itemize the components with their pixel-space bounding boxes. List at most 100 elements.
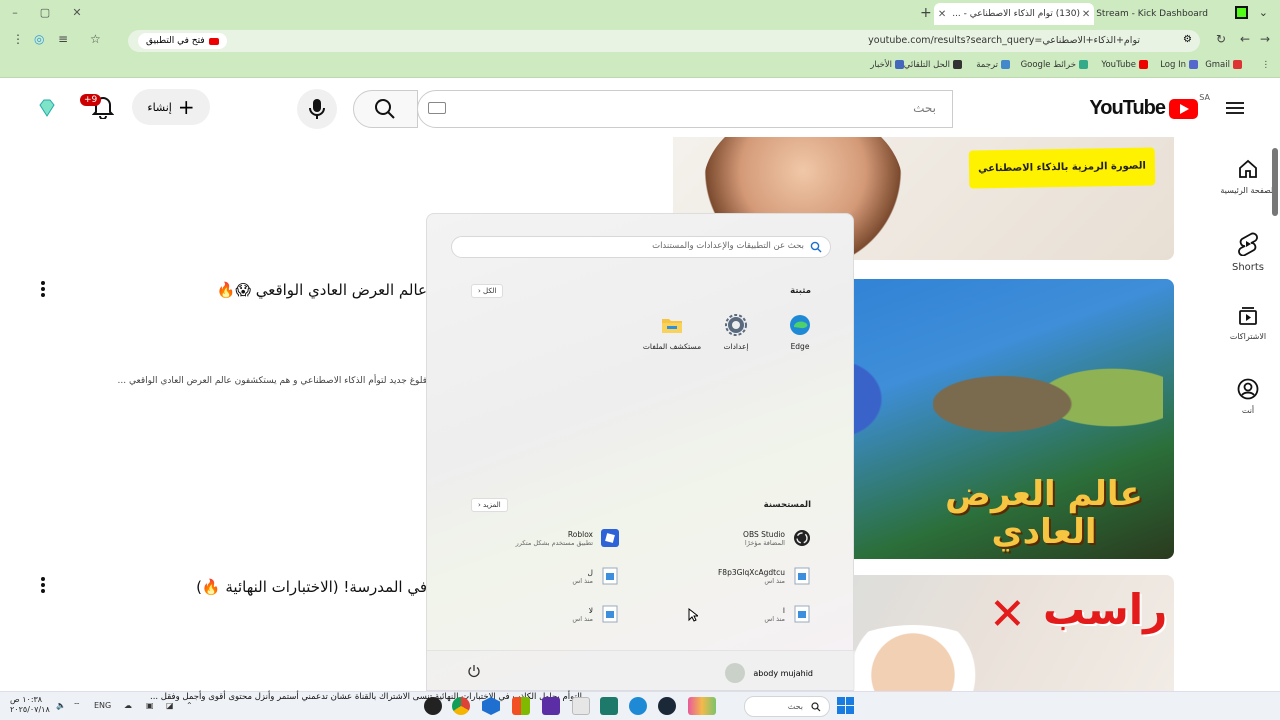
sidebar-item-you[interactable]: أنت — [1216, 378, 1280, 415]
home-icon — [1239, 159, 1257, 178]
recommended-item[interactable]: ا منذ اس — [764, 605, 811, 623]
thumbnail-title-text: راسب — [1043, 585, 1168, 634]
pinned-app-file-explorer[interactable]: مستكشف الملفات — [637, 314, 707, 351]
all-apps-button[interactable]: الكل ‹ — [471, 284, 504, 298]
bookmark-maps[interactable]: خرائط Google — [1021, 60, 1088, 70]
reload-icon[interactable]: ↻ — [1216, 32, 1226, 46]
bookmark-label: الحل التلقائي — [903, 60, 950, 70]
tab-search-chevron-icon[interactable]: ⌄ — [1259, 6, 1268, 19]
create-button[interactable]: + إنشاء — [132, 89, 210, 125]
clock-date: ٢٠٢٥/٠٧/١٨ — [10, 705, 50, 714]
sidebar-item-shorts[interactable]: Shorts — [1216, 232, 1280, 273]
thumbnail-banner: الصورة الرمزية بالذكاء الاصطناعي — [968, 147, 1156, 189]
sidebar-item-label: أنت — [1241, 406, 1255, 415]
video-more-options-icon[interactable] — [41, 575, 45, 595]
bookmark-news[interactable]: الأخبار — [870, 60, 904, 70]
search-placeholder: بحث — [913, 101, 936, 115]
windows-start-icon[interactable] — [837, 697, 854, 714]
taskbar-edge-icon[interactable] — [629, 697, 647, 715]
menu-hamburger-icon[interactable] — [1226, 99, 1244, 117]
bookmark-gmail[interactable]: Gmail — [1205, 60, 1242, 70]
recommended-item[interactable]: لا منذ اس — [572, 605, 619, 623]
tab-kick[interactable]: Stream - Kick Dashboard ✕ — [1082, 3, 1220, 25]
recommended-item-name: لا — [588, 605, 593, 615]
extension-icon[interactable]: ◎ — [34, 32, 44, 46]
tab-title: Stream - Kick Dashboard — [1096, 9, 1208, 19]
recommended-item[interactable]: F8p3GlqXcAgdtcu منذ اس — [718, 567, 811, 585]
pinned-app-settings[interactable]: إعدادات — [701, 314, 771, 351]
create-label: إنشاء — [147, 100, 172, 114]
kick-extension-icon[interactable] — [1235, 6, 1248, 19]
site-info-icon[interactable]: ⚙ — [1183, 34, 1192, 45]
menu-dots-icon[interactable]: ⋮ — [12, 32, 24, 46]
tray-app-icon[interactable]: ▣ — [146, 701, 154, 710]
bookmark-autosolve[interactable]: الحل التلقائي — [904, 60, 962, 70]
bookmark-label: Log In — [1160, 60, 1186, 70]
close-tab-icon[interactable]: ✕ — [1082, 9, 1090, 20]
youtube-logo[interactable]: YouTube — [1089, 97, 1198, 120]
search-input[interactable]: بحث — [417, 90, 953, 128]
taskbar-obs-icon[interactable] — [424, 697, 442, 715]
bookmark-login[interactable]: Log In — [1160, 60, 1198, 70]
more-button[interactable]: المزيد ‹ — [471, 498, 508, 512]
restore-icon[interactable]: ▢ — [38, 6, 52, 20]
keyboard-icon[interactable] — [428, 102, 446, 114]
power-icon[interactable] — [467, 664, 481, 678]
taskbar-clock[interactable]: ١٠:٣٨ ص ٢٠٢٥/٠٧/١٨ — [10, 695, 50, 715]
taskbar-app-icon[interactable] — [572, 697, 590, 715]
user-account-button[interactable]: abody mujahid — [725, 663, 813, 683]
taskbar-store-icon[interactable] — [512, 697, 530, 715]
address-bar-row: ← → ↻ youtube.com/results?search_query=ت… — [0, 28, 1280, 54]
start-search-input[interactable]: بحث عن التطبيقات والإعدادات والمستندات — [451, 236, 831, 258]
taskbar-search-input[interactable]: بحث — [744, 696, 830, 717]
taskbar-steam-icon[interactable] — [658, 697, 676, 715]
open-in-app-button[interactable]: فتح في التطبيق — [138, 33, 227, 49]
taskbar-app-icon[interactable] — [600, 697, 618, 715]
sidebar-item-subscriptions[interactable]: الاشتراكات — [1216, 304, 1280, 341]
taskbar-widgets-icon[interactable] — [688, 697, 716, 715]
tray-overflow-chevron-icon[interactable]: ⌃ — [186, 701, 193, 710]
recommended-item[interactable]: OBS Studio المضافة مؤخرًا — [743, 529, 811, 547]
wifi-icon[interactable]: ⌔ — [73, 701, 81, 711]
back-icon[interactable]: ← — [1240, 32, 1250, 46]
bookmarks-more-icon[interactable]: ⋮ — [1262, 60, 1271, 70]
tray-app-icon[interactable]: ◪ — [166, 701, 174, 710]
reading-list-icon[interactable]: ≡ — [58, 32, 68, 46]
minimize-icon[interactable]: – — [8, 6, 22, 20]
thumbnail-title-text: عالم العرض العادي — [945, 474, 1143, 552]
diamond-avatar-icon[interactable] — [38, 99, 56, 117]
voice-search-button[interactable] — [297, 89, 337, 129]
recommended-item[interactable]: Roblox تطبيق مستخدم بشكل متكرر — [516, 529, 619, 547]
search-button[interactable] — [353, 90, 418, 128]
bookmark-translate[interactable]: ترجمة — [976, 60, 1010, 70]
start-menu: بحث عن التطبيقات والإعدادات والمستندات م… — [426, 213, 855, 691]
video-title[interactable]: عالم العرض العادي الواقعي 😱🔥 — [217, 281, 427, 299]
bookmark-star-icon[interactable]: ☆ — [90, 32, 101, 46]
language-indicator[interactable]: ENG — [94, 701, 111, 710]
image-file-icon — [602, 567, 618, 585]
pinned-heading: مثبتة — [790, 286, 811, 296]
video-more-options-icon[interactable] — [41, 279, 45, 299]
tab-youtube-active[interactable]: (130) توام الذكاء الاصطناعي - ... ✕ — [934, 3, 1094, 25]
pinned-app-label: إعدادات — [723, 342, 749, 351]
video-description: فلوغ جديد لتوأم الذكاء الاصطناعي و هم يس… — [117, 376, 427, 386]
new-tab-button[interactable]: + — [920, 5, 932, 21]
sidebar-item-home[interactable]: الصفحة الرئيسية — [1216, 158, 1280, 195]
close-window-icon[interactable]: ✕ — [70, 6, 84, 20]
page-scrollbar[interactable] — [1272, 148, 1278, 216]
close-tab-icon[interactable]: ✕ — [938, 9, 946, 20]
microphone-icon — [309, 99, 325, 119]
recommended-item[interactable]: ل منذ اس — [572, 567, 619, 585]
video-title[interactable]: في المدرسة! (الاختبارات النهائية 🔥) — [196, 578, 427, 596]
taskbar-app-icon[interactable] — [542, 697, 560, 715]
omnibox[interactable]: youtube.com/results?search_query=توام+ال… — [128, 30, 1200, 52]
recommended-item-sub: منذ اس — [572, 576, 593, 585]
youtube-logo-text: YouTube — [1089, 97, 1166, 119]
pinned-app-edge[interactable]: Edge — [765, 314, 835, 351]
onedrive-icon[interactable]: ☁ — [124, 701, 132, 710]
search-icon — [810, 241, 822, 253]
bookmark-youtube[interactable]: YouTube — [1101, 60, 1148, 70]
taskbar-chrome-icon[interactable] — [452, 697, 470, 715]
speaker-icon[interactable]: 🔈 — [56, 701, 66, 710]
forward-icon[interactable]: → — [1260, 32, 1270, 46]
